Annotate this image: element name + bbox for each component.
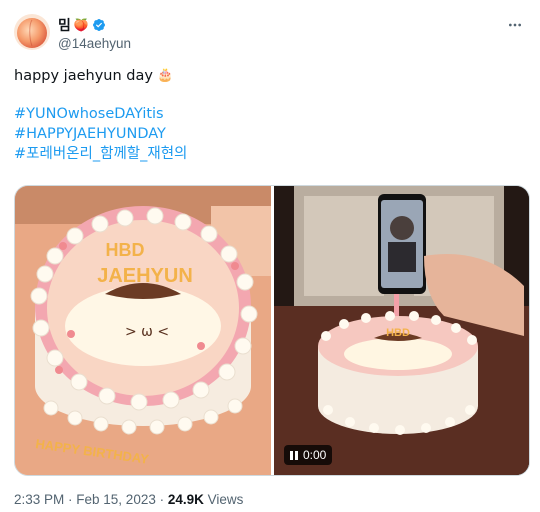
cake-text-hbd: HBD [106,240,145,260]
author-handle[interactable]: @14aehyun [58,36,131,51]
cake-video[interactable]: HBD 0:00 [274,186,529,475]
cake-emoji: 🎂 [156,68,174,83]
views-label: Views [207,492,244,507]
hashtag-link[interactable]: #포레버온리_함께할_재현의 [14,146,187,162]
author-display-name[interactable]: 밈 [58,15,71,35]
tweet-main-text: happy jaehyun day [14,68,153,84]
video-playback-indicator[interactable]: 0:00 [284,445,333,465]
cake-photo[interactable]: > ω < HBD JAEHYUN HAPPY BIRTHDAY [15,186,271,475]
tweet-header: 밈 🍑 @14aehyun [14,14,526,54]
tweet-date[interactable]: Feb 15, 2023 [76,492,156,507]
peach-avatar-icon [14,14,50,50]
tweet-media: > ω < HBD JAEHYUN HAPPY BIRTHDAY HBD 0:0… [14,185,530,476]
tweet-text: happy jaehyun day 🎂 #YUNOwhoseDAYitis #H… [14,66,526,164]
meta-separator: · [155,492,168,507]
tweet-meta: 2:33 PM · Feb 15, 2023 · 24.9K Views [14,492,243,507]
svg-text:> ω <: > ω < [125,324,169,340]
author-avatar[interactable] [14,14,50,50]
pause-icon [290,450,298,460]
peach-emoji: 🍑 [73,18,89,32]
cake-video-frame: HBD [274,186,529,475]
verified-badge-icon [92,19,105,31]
views-count: 24.9K [167,492,204,507]
meta-separator: · [64,492,77,507]
svg-text:HBD: HBD [386,327,410,339]
cake-text-name: JAEHYUN [97,265,193,287]
hashtag-link[interactable]: #YUNOwhoseDAYitis [14,106,164,122]
more-options-button[interactable] [504,14,526,36]
tweet-time[interactable]: 2:33 PM [14,492,64,507]
hashtag-link[interactable]: #HAPPYJAEHYUNDAY [14,126,166,142]
more-dots-icon [509,23,521,27]
cake-photo-image: > ω < HBD JAEHYUN HAPPY BIRTHDAY [15,186,271,475]
video-time: 0:00 [303,448,327,462]
